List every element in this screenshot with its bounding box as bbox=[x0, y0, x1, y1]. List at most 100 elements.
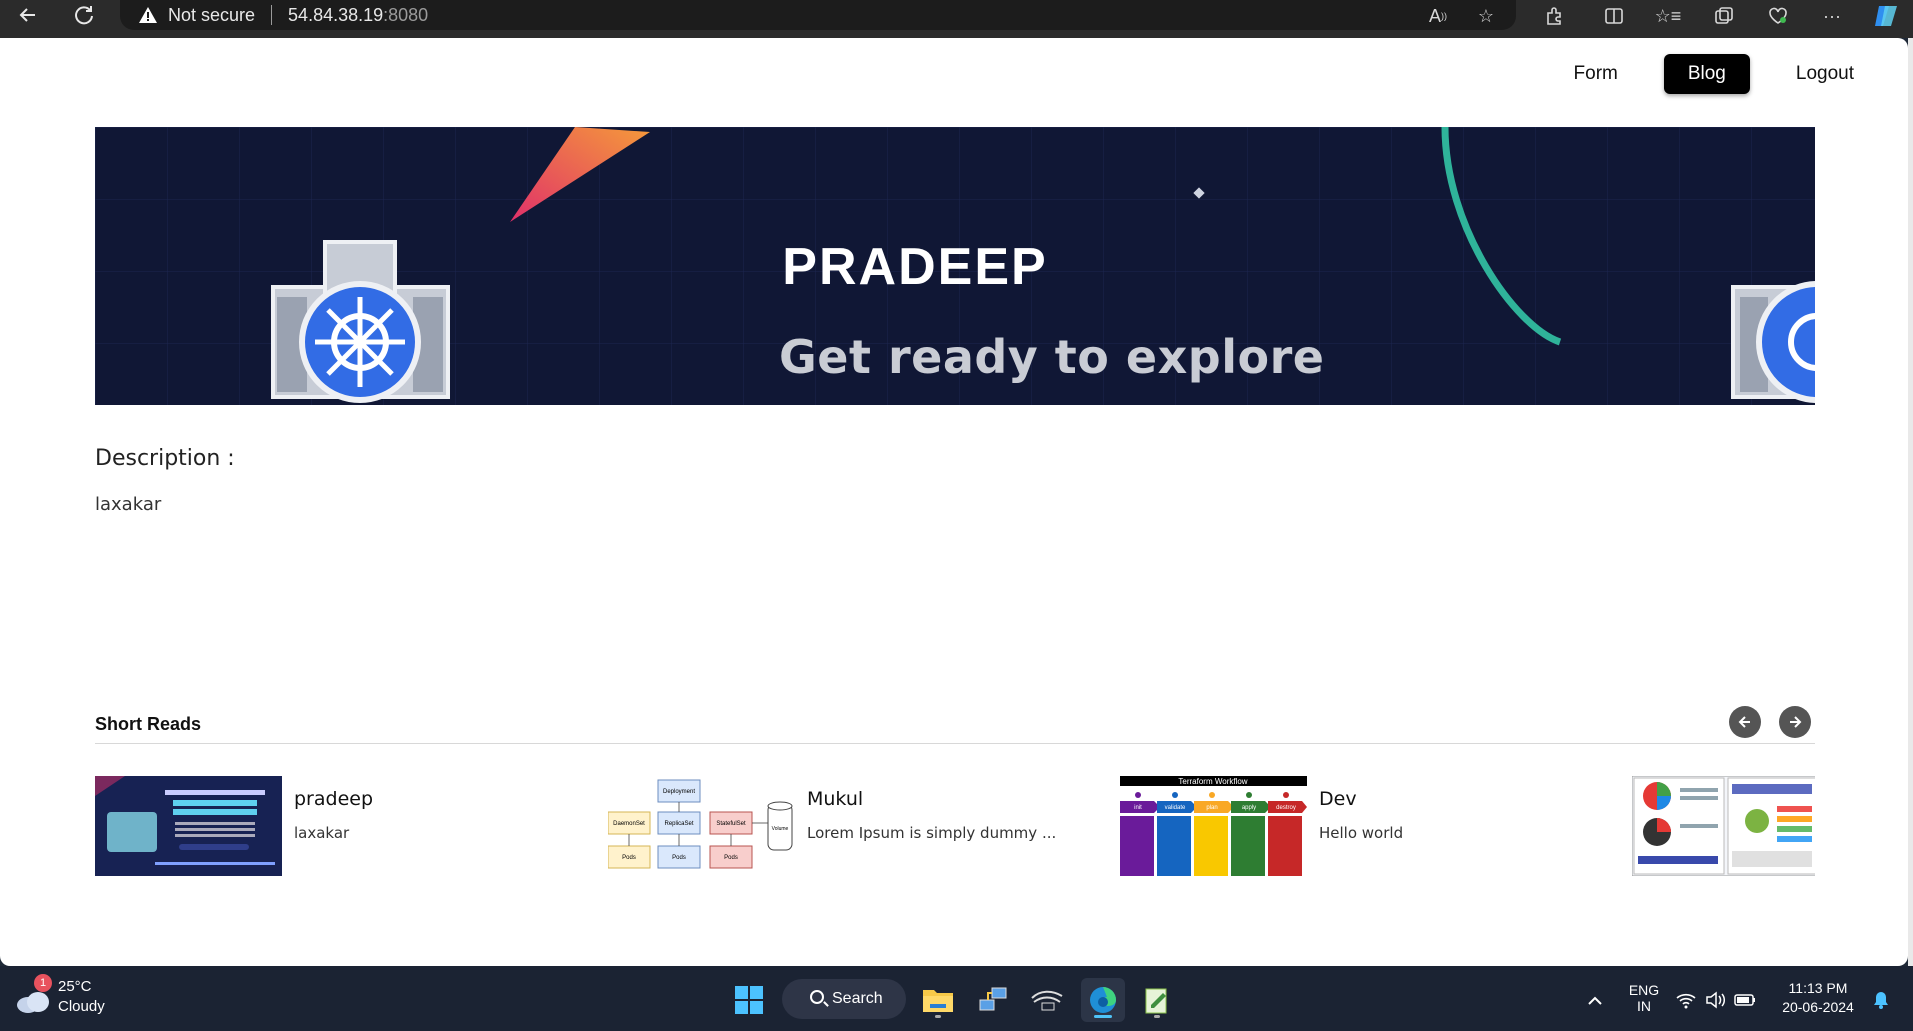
card-description: Hello world bbox=[1319, 824, 1404, 842]
edge-icon bbox=[1090, 987, 1116, 1013]
card-thumbnail[interactable]: Terraform Workflow init validate plan ap… bbox=[1120, 776, 1307, 876]
svg-text:Deployment: Deployment bbox=[663, 789, 695, 795]
svg-text:plan: plan bbox=[1206, 805, 1217, 811]
card-title[interactable]: pradeep bbox=[294, 788, 373, 810]
notifications-button[interactable] bbox=[1866, 978, 1896, 1022]
svg-text:validate: validate bbox=[1165, 805, 1186, 811]
svg-text:Pods: Pods bbox=[672, 855, 686, 861]
cloud-icon bbox=[17, 992, 49, 1013]
split-screen-icon[interactable] bbox=[1600, 4, 1628, 28]
file-explorer-button[interactable] bbox=[916, 978, 960, 1022]
windows-logo-icon bbox=[735, 986, 763, 1014]
weather-badge: 1 bbox=[34, 974, 52, 992]
kubernetes-castle-icon-right bbox=[1731, 281, 1815, 403]
taskbar-search[interactable]: Search bbox=[782, 979, 906, 1019]
chevron-up-icon bbox=[1588, 996, 1602, 1005]
refresh-icon[interactable] bbox=[66, 0, 102, 30]
description-label: Description : bbox=[95, 446, 235, 471]
network-app-button[interactable] bbox=[971, 978, 1015, 1022]
card-description: Lorem Ipsum is simply dummy ... bbox=[807, 824, 1057, 842]
url-port: :8080 bbox=[383, 4, 429, 25]
hero-subtitle: Get ready to explore bbox=[779, 330, 1325, 384]
url-divider bbox=[271, 5, 273, 25]
edge-browser-button[interactable] bbox=[1081, 978, 1125, 1022]
browser-essentials-icon[interactable] bbox=[1764, 4, 1792, 28]
short-reads-divider bbox=[95, 743, 1815, 744]
weather-widget[interactable]: 1 25°C Cloudy bbox=[16, 974, 126, 1020]
address-bar[interactable]: Not secure 54.84.38.19:8080 bbox=[120, 0, 1516, 30]
short-read-card[interactable]: Terraform Workflow init validate plan ap… bbox=[1120, 776, 1600, 876]
short-read-card[interactable]: pradeep laxakar bbox=[95, 776, 575, 876]
notepad-app-button[interactable] bbox=[1135, 978, 1179, 1022]
short-reads-title: Short Reads bbox=[95, 714, 202, 734]
arrow-left-icon bbox=[1738, 716, 1750, 728]
read-aloud-icon[interactable]: A)) bbox=[1424, 4, 1452, 28]
kali-app-button[interactable] bbox=[1025, 978, 1069, 1022]
bell-icon bbox=[1874, 992, 1888, 1009]
running-indicator bbox=[935, 1015, 941, 1018]
nav-logout-link[interactable]: Logout bbox=[1772, 54, 1878, 94]
svg-text:Volume: Volume bbox=[772, 826, 789, 832]
svg-text:Pods: Pods bbox=[622, 855, 636, 861]
svg-text:destroy: destroy bbox=[1276, 805, 1296, 811]
back-icon[interactable] bbox=[10, 0, 46, 30]
network-computers-icon bbox=[979, 987, 1007, 1011]
security-label[interactable]: Not secure bbox=[168, 5, 255, 26]
arrow-right-icon bbox=[1790, 716, 1802, 728]
favorites-list-icon[interactable]: ☆≡ bbox=[1654, 4, 1682, 28]
short-read-card[interactable] bbox=[1632, 776, 1815, 876]
carousel-prev-button[interactable] bbox=[1729, 706, 1761, 738]
weather-condition: Cloudy bbox=[58, 998, 105, 1015]
nav-form-link[interactable]: Form bbox=[1550, 54, 1642, 94]
running-indicator bbox=[1154, 1015, 1160, 1018]
folder-icon bbox=[923, 990, 953, 1012]
search-icon bbox=[810, 990, 824, 1004]
svg-text:apply: apply bbox=[1242, 805, 1256, 811]
extensions-icon[interactable] bbox=[1540, 4, 1568, 28]
card-thumbnail[interactable] bbox=[95, 776, 282, 876]
top-navigation: Form Blog Logout bbox=[1550, 54, 1878, 94]
nav-blog-link[interactable]: Blog bbox=[1663, 54, 1750, 94]
svg-text:Terraform Workflow: Terraform Workflow bbox=[1178, 777, 1247, 786]
notepad-icon bbox=[1145, 988, 1167, 1014]
language-code: ENG bbox=[1628, 982, 1660, 998]
taskbar-search-label: Search bbox=[832, 990, 883, 1007]
collections-icon[interactable] bbox=[1710, 4, 1738, 28]
svg-text:Pods: Pods bbox=[724, 855, 738, 861]
favorite-star-icon[interactable]: ☆ bbox=[1472, 4, 1500, 28]
language-indicator[interactable]: ENG IN bbox=[1622, 982, 1666, 1014]
card-title[interactable]: Dev bbox=[1319, 788, 1357, 810]
clock[interactable]: 11:13 PM 20-06-2024 bbox=[1774, 980, 1862, 1015]
card-title[interactable]: Mukul bbox=[807, 788, 863, 810]
svg-text:init: init bbox=[1134, 805, 1142, 811]
card-thumbnail[interactable]: Deployment DaemonSet ReplicaSet Stateful… bbox=[608, 776, 795, 876]
card-thumbnail[interactable] bbox=[1632, 776, 1815, 876]
region-code: IN bbox=[1637, 998, 1651, 1014]
clock-date: 20-06-2024 bbox=[1782, 999, 1854, 1015]
system-tray-quick-settings[interactable] bbox=[1670, 978, 1770, 1022]
page-scrollbar[interactable] bbox=[1908, 38, 1913, 966]
weather-temperature: 25°C bbox=[58, 978, 92, 995]
windows-taskbar: 1 25°C Cloudy Search ENG IN 11:13 PM 20-… bbox=[0, 966, 1913, 1031]
start-button[interactable] bbox=[727, 978, 771, 1022]
copilot-icon[interactable] bbox=[1872, 4, 1900, 28]
show-hidden-icons-button[interactable] bbox=[1573, 978, 1617, 1022]
description-text: laxakar bbox=[95, 494, 162, 515]
card-description: laxakar bbox=[294, 824, 350, 842]
kali-dragon-icon bbox=[1031, 990, 1063, 1011]
svg-text:ReplicaSet: ReplicaSet bbox=[664, 821, 693, 827]
hero-banner: PRADEEP Get ready to explore bbox=[95, 127, 1815, 405]
active-indicator bbox=[1094, 1015, 1112, 1018]
browser-toolbar: Not secure 54.84.38.19:8080 A)) ☆ ☆≡ ··· bbox=[0, 0, 1913, 38]
wifi-volume-battery-icons bbox=[1676, 991, 1755, 1009]
web-page: Form Blog Logout PRADEEP Get ready to ex… bbox=[0, 38, 1908, 966]
more-menu-icon[interactable]: ··· bbox=[1818, 4, 1846, 28]
url-host: 54.84.38.19 bbox=[288, 4, 384, 25]
short-read-card[interactable]: Deployment DaemonSet ReplicaSet Stateful… bbox=[608, 776, 1088, 876]
svg-text:StatefulSet: StatefulSet bbox=[716, 821, 746, 827]
svg-text:DaemonSet: DaemonSet bbox=[613, 821, 645, 827]
warning-icon bbox=[139, 7, 157, 23]
hero-title: PRADEEP bbox=[782, 238, 1048, 296]
carousel-next-button[interactable] bbox=[1779, 706, 1811, 738]
clock-time: 11:13 PM bbox=[1788, 980, 1848, 996]
